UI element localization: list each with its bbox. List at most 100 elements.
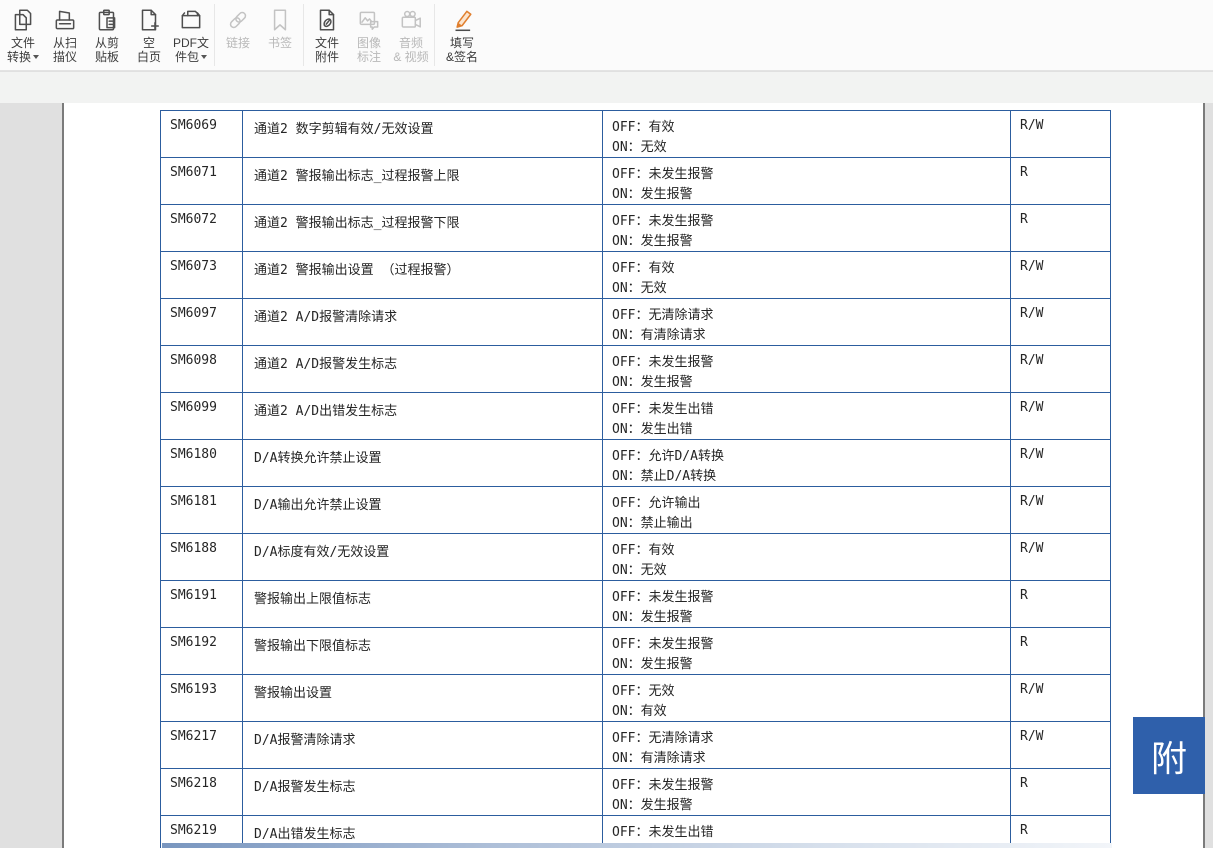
toolbar-button-link: 链接	[217, 0, 259, 70]
read-write-cell: R/W	[1011, 440, 1111, 487]
register-desc-cell: 通道2 A/D报警发生标志	[243, 346, 603, 393]
register-desc-cell: 通道2 警报输出标志_过程报警下限	[243, 205, 603, 252]
appendix-tab: 附	[1133, 717, 1205, 794]
register-id-cell: SM6071	[161, 158, 243, 205]
register-id-cell: SM6097	[161, 299, 243, 346]
toolbar-button-label: 填写&签名	[446, 36, 478, 64]
on-state-line: ON：发生报警	[612, 608, 1004, 628]
read-write-cell: R/W	[1011, 722, 1111, 769]
file-attachment-icon	[313, 5, 341, 35]
on-state-line: ON：禁止D/A转换	[612, 467, 1004, 487]
register-id-cell: SM6180	[161, 440, 243, 487]
convert-file-icon	[9, 5, 37, 35]
toolbar-button-label: 图像标注	[357, 36, 381, 64]
on-state-line: ON：无效	[612, 279, 1004, 299]
register-desc-cell: D/A报警发生标志	[243, 769, 603, 816]
read-write-cell: R/W	[1011, 675, 1111, 722]
table-row: SM6193警报输出设置OFF：无效ON：有效R/W	[161, 675, 1111, 722]
register-id-cell: SM6218	[161, 769, 243, 816]
on-state-line: ON：无效	[612, 561, 1004, 581]
register-desc-cell: 通道2 数字剪辑有效/无效设置	[243, 111, 603, 158]
on-state-line: ON：发生报警	[612, 185, 1004, 205]
register-desc-cell: D/A转换允许禁止设置	[243, 440, 603, 487]
toolbar-button-bookmark: 书签	[259, 0, 301, 70]
toolbar-separator	[214, 4, 215, 66]
register-state-cell: OFF：有效ON：无效	[603, 534, 1011, 581]
ribbon-substrip	[0, 72, 1213, 103]
register-id-cell: SM6193	[161, 675, 243, 722]
register-state-cell: OFF：允许D/A转换ON：禁止D/A转换	[603, 440, 1011, 487]
register-state-cell: OFF：无清除请求ON：有清除请求	[603, 299, 1011, 346]
toolbar-button-fill-sign[interactable]: 填写&签名	[437, 0, 487, 70]
register-id-cell: SM6181	[161, 487, 243, 534]
pdf-editor-window: 文件转换从扫描仪从剪贴板空白页PDF文件包链接 书签文件附件图像标注音频& 视频填…	[0, 0, 1213, 848]
document-view: SM6069通道2 数字剪辑有效/无效设置OFF：有效ON：无效R/WSM607…	[0, 103, 1213, 848]
register-state-cell: OFF：有效ON：无效	[603, 252, 1011, 299]
read-write-cell: R/W	[1011, 487, 1111, 534]
toolbar-separator	[303, 4, 304, 66]
register-state-cell: OFF：未发生报警ON：发生报警	[603, 769, 1011, 816]
table-row: SM6097通道2 A/D报警清除请求OFF：无清除请求ON：有清除请求R/W	[161, 299, 1111, 346]
read-write-cell: R	[1011, 158, 1111, 205]
register-id-cell: SM6098	[161, 346, 243, 393]
toolbar-button-blank-page[interactable]: 空白页	[128, 0, 170, 70]
next-section-header-band	[162, 843, 1112, 848]
off-state-line: OFF：未发生出错	[612, 823, 1004, 843]
read-write-cell: R	[1011, 205, 1111, 252]
pdf-package-icon	[177, 5, 205, 35]
toolbar-button-label: 从扫描仪	[53, 36, 77, 64]
on-state-line: ON：禁止输出	[612, 514, 1004, 534]
register-state-cell: OFF：未发生出错ON：发生出错	[603, 393, 1011, 440]
toolbar-button-label: 链接	[226, 36, 250, 50]
register-desc-cell: 警报输出下限值标志	[243, 628, 603, 675]
on-state-line: ON：发生出错	[612, 420, 1004, 440]
register-state-cell: OFF：未发生报警ON：发生报警	[603, 205, 1011, 252]
table-row: SM6217D/A报警清除请求OFF：无清除请求ON：有清除请求R/W	[161, 722, 1111, 769]
toolbar-button-pdf-package[interactable]: PDF文件包	[170, 0, 212, 70]
register-desc-cell: 警报输出设置	[243, 675, 603, 722]
dropdown-caret-icon	[33, 55, 39, 59]
register-state-cell: OFF：允许输出ON：禁止输出	[603, 487, 1011, 534]
toolbar-button-file-attachment[interactable]: 文件附件	[306, 0, 348, 70]
register-desc-cell: D/A标度有效/无效设置	[243, 534, 603, 581]
read-write-cell: R/W	[1011, 252, 1111, 299]
register-desc-cell: 警报输出上限值标志	[243, 581, 603, 628]
register-id-cell: SM6188	[161, 534, 243, 581]
register-state-cell: OFF：无效ON：有效	[603, 675, 1011, 722]
read-write-cell: R/W	[1011, 111, 1111, 158]
on-state-line: ON：发生报警	[612, 796, 1004, 816]
toolbar-button-from-scanner[interactable]: 从扫描仪	[44, 0, 86, 70]
register-id-cell: SM6099	[161, 393, 243, 440]
read-write-cell: R	[1011, 628, 1111, 675]
toolbar-button-image-annotation: 图像标注	[348, 0, 390, 70]
read-write-cell: R	[1011, 769, 1111, 816]
on-state-line: ON：发生报警	[612, 232, 1004, 252]
image-annotation-icon	[355, 5, 383, 35]
read-write-cell: R/W	[1011, 346, 1111, 393]
off-state-line: OFF：有效	[612, 541, 1004, 561]
register-state-cell: OFF：无清除请求ON：有清除请求	[603, 722, 1011, 769]
register-state-cell: OFF：未发生报警ON：发生报警	[603, 346, 1011, 393]
off-state-line: OFF：未发生报警	[612, 635, 1004, 655]
table-row: SM6180D/A转换允许禁止设置OFF：允许D/A转换ON：禁止D/A转换R/…	[161, 440, 1111, 487]
toolbar-button-label: 音频& 视频	[393, 36, 428, 64]
bookmark-icon	[266, 5, 294, 35]
register-desc-cell: 通道2 A/D报警清除请求	[243, 299, 603, 346]
toolbar-button-from-clipboard[interactable]: 从剪贴板	[86, 0, 128, 70]
table-row: SM6188D/A标度有效/无效设置OFF：有效ON：无效R/W	[161, 534, 1111, 581]
toolbar-button-audio-video: 音频& 视频	[390, 0, 432, 70]
read-write-cell: R/W	[1011, 534, 1111, 581]
register-desc-cell: D/A报警清除请求	[243, 722, 603, 769]
on-state-line: ON：无效	[612, 138, 1004, 158]
table-row: SM6073通道2 警报输出设置 （过程报警）OFF：有效ON：无效R/W	[161, 252, 1111, 299]
off-state-line: OFF：未发生报警	[612, 165, 1004, 185]
register-id-cell: SM6192	[161, 628, 243, 675]
toolbar-button-label: 文件转换	[7, 36, 39, 64]
toolbar-button-label: 书签	[268, 36, 292, 50]
table-row: SM6071通道2 警报输出标志_过程报警上限OFF：未发生报警ON：发生报警R	[161, 158, 1111, 205]
register-desc-cell: 通道2 警报输出设置 （过程报警）	[243, 252, 603, 299]
toolbar-button-convert-file[interactable]: 文件转换	[2, 0, 44, 70]
register-table-body: SM6069通道2 数字剪辑有效/无效设置OFF：有效ON：无效R/WSM607…	[161, 111, 1111, 848]
toolbar-button-label: 从剪贴板	[95, 36, 119, 64]
off-state-line: OFF：有效	[612, 259, 1004, 279]
